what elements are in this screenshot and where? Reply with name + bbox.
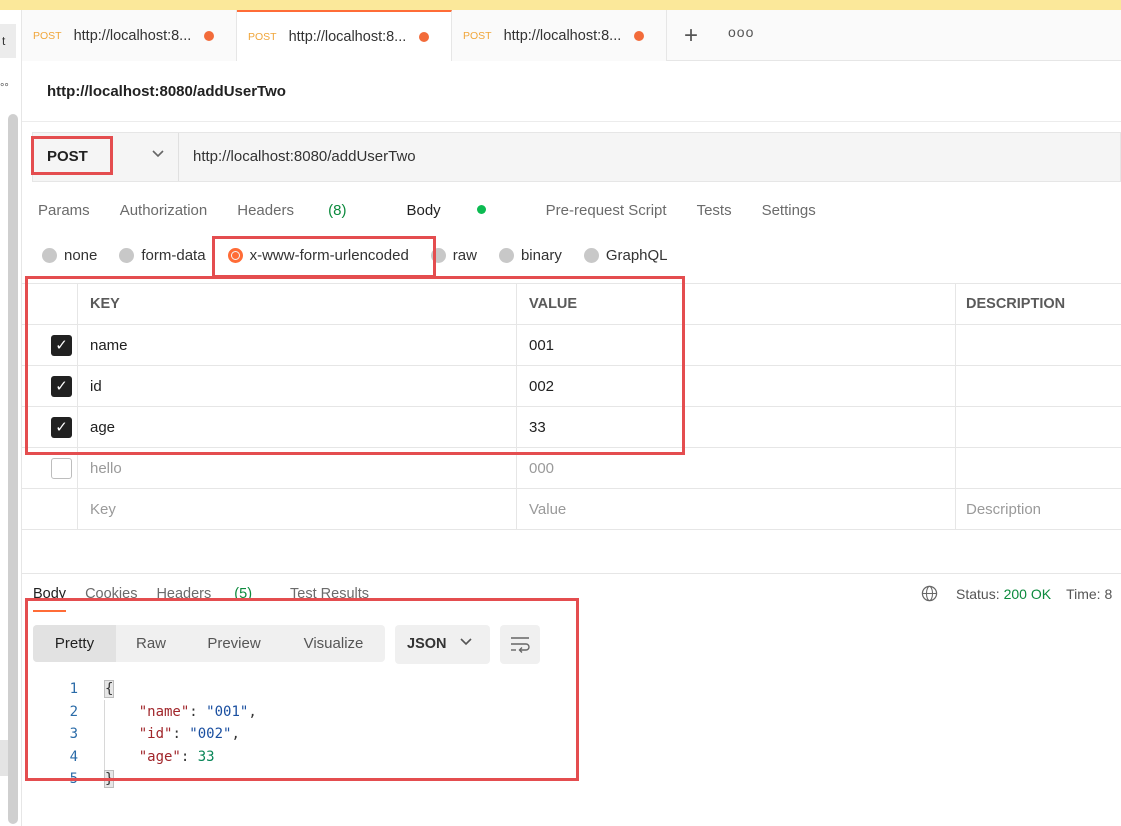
tab-title: http://localhost:8... [73,27,192,44]
sidebar-dots: °° [0,82,9,94]
request-title[interactable]: http://localhost:8080/addUserTwo [47,83,286,100]
request-tab-bar: POST http://localhost:8... POST http://l… [22,10,1121,61]
radio-form-data[interactable]: form-data [119,247,206,264]
radio-label: raw [452,247,477,264]
sidebar-collapsed-tab[interactable]: t [0,24,16,58]
highlight-box-params [25,276,685,455]
headers-count: (8) [328,202,347,219]
row-checkbox-cell [22,489,78,530]
tab-headers-label: Headers [237,202,294,219]
new-value-input[interactable]: Value [517,489,956,530]
more-tabs-icon[interactable]: ooo [728,24,754,40]
request-tab-3[interactable]: POST http://localhost:8... [452,10,667,61]
response-status: Status: 200 OK Time: 8 [921,585,1112,602]
sidebar-scroll-end [0,740,8,776]
response-divider[interactable] [22,573,1121,574]
row-description[interactable] [956,366,1121,407]
row-description[interactable] [956,448,1121,489]
globe-icon[interactable] [921,585,938,602]
status-value[interactable]: 200 OK [1004,586,1051,602]
radio-circle-icon [498,248,514,263]
time-label[interactable]: Time: 8 [1066,586,1112,602]
chevron-down-icon [151,146,165,164]
radio-label: binary [520,247,562,264]
highlight-box-response [25,598,579,781]
radio-circle-icon [119,248,135,263]
tab-method: POST [248,30,277,43]
tab-title: http://localhost:8... [288,28,407,45]
tab-authorization[interactable]: Authorization [120,202,208,219]
left-sidebar: t °° [0,10,22,826]
tab-params[interactable]: Params [38,202,90,219]
request-tabs: Params Authorization Headers (8) Body Pr… [38,202,846,219]
body-active-dot-icon [476,205,486,214]
radio-circle-icon [583,248,599,263]
unsaved-dot-icon [418,31,429,42]
tab-settings[interactable]: Settings [762,202,816,219]
radio-circle-icon [42,248,57,263]
tab-method: POST [463,29,492,42]
request-tab-1[interactable]: POST http://localhost:8... [22,10,237,61]
tab-headers[interactable]: Headers (8) [237,202,376,219]
radio-binary[interactable]: binary [498,247,562,264]
highlight-box-method [31,136,113,175]
request-tab-2[interactable]: POST http://localhost:8... [237,10,452,61]
radio-raw[interactable]: raw [430,247,477,264]
divider [22,121,1121,122]
new-key-input[interactable]: Key [78,489,517,530]
new-description-input[interactable]: Description [956,489,1121,530]
url-input[interactable]: http://localhost:8080/addUserTwo [193,148,416,165]
tab-tests[interactable]: Tests [697,202,732,219]
new-tab-plus-icon[interactable]: + [684,22,698,50]
radio-none[interactable]: none [42,247,97,264]
tab-title: http://localhost:8... [503,27,622,44]
tab-method: POST [33,29,62,42]
sidebar-scrollbar[interactable] [8,114,18,824]
highlight-box-urlencoded [212,236,436,278]
top-notification-strip [0,0,1121,10]
status-label: Status: [956,585,1000,602]
table-row-new: Key Value Description [22,489,1121,530]
tab-body-label: Body [406,202,441,219]
row-description[interactable] [956,325,1121,366]
tab-body[interactable]: Body [406,202,515,219]
tab-prerequest-script[interactable]: Pre-request Script [546,202,667,219]
checkbox-unchecked-icon[interactable] [51,458,72,479]
url-bar: POST http://localhost:8080/addUserTwo [32,132,1121,182]
radio-label: GraphQL [605,247,668,264]
radio-label: form-data [141,247,206,264]
unsaved-dot-icon [203,30,214,41]
unsaved-dot-icon [633,30,644,41]
column-header-description: DESCRIPTION [966,296,1066,312]
radio-label: none [64,247,98,264]
row-description[interactable] [956,407,1121,448]
radio-graphql[interactable]: GraphQL [583,247,668,264]
